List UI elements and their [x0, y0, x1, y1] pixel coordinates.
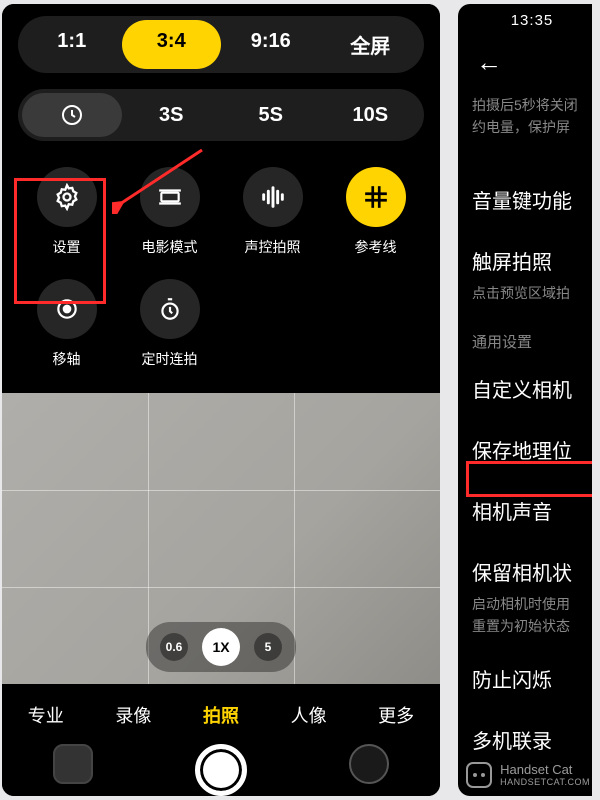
aspect-9-16[interactable]: 9:16	[221, 20, 321, 69]
zoom-1x[interactable]: 1X	[202, 628, 240, 666]
setting-sub: 点击预览区域拍	[472, 283, 592, 303]
option-tiltshift[interactable]: 移轴	[24, 279, 109, 369]
gridline	[2, 490, 440, 491]
gridline	[2, 587, 440, 588]
setting-volume-key[interactable]: 音量键功能	[472, 185, 592, 214]
option-label: 移轴	[53, 349, 81, 369]
setting-sub: 重置为初始状态	[472, 616, 592, 636]
option-voice[interactable]: 声控拍照	[230, 167, 315, 257]
option-label: 定时连拍	[142, 349, 198, 369]
sound-icon	[259, 183, 287, 211]
setting-custom-camera[interactable]: 自定义相机	[472, 374, 592, 403]
zoom-0-6[interactable]: 0.6	[160, 633, 188, 661]
mode-photo[interactable]: 拍照	[203, 702, 239, 728]
mode-selector[interactable]: 专业 录像 拍照 人像 更多	[2, 684, 440, 738]
switch-camera-button[interactable]	[349, 744, 389, 784]
options-grid: 设置 电影模式 声控拍照 参考线	[18, 167, 424, 369]
timer-burst-icon	[157, 296, 183, 322]
zoom-selector[interactable]: 0.6 1X 5	[146, 622, 296, 672]
setting-description: 拍摄后5秒将关闭 约电量，保护屏	[472, 94, 592, 139]
cinema-icon	[157, 184, 183, 210]
setting-sub: 启动相机时使用	[472, 594, 592, 614]
gear-icon	[53, 183, 81, 211]
camera-options-panel: 1:1 3:4 9:16 全屏 3S 5S 10S 设置	[2, 4, 440, 393]
shutter-button[interactable]	[195, 744, 247, 796]
timer-3s[interactable]: 3S	[122, 93, 222, 137]
option-label: 声控拍照	[245, 237, 301, 257]
setting-anti-flicker[interactable]: 防止闪烁	[472, 664, 592, 693]
setting-camera-sound[interactable]: 相机声音	[472, 496, 592, 525]
setting-touch-shoot[interactable]: 触屏拍照	[472, 246, 592, 275]
timer-off[interactable]	[22, 93, 122, 137]
option-timed-burst[interactable]: 定时连拍	[127, 279, 212, 369]
shutter-bar	[2, 738, 440, 796]
option-gridlines[interactable]: 参考线	[333, 167, 418, 257]
back-button[interactable]: ←	[472, 47, 592, 78]
aspect-1-1[interactable]: 1:1	[22, 20, 122, 69]
grid-icon	[363, 184, 389, 210]
option-label: 设置	[53, 237, 81, 257]
camera-viewfinder[interactable]: 0.6 1X 5	[2, 393, 440, 684]
status-bar-time: 13:35	[497, 12, 567, 29]
option-label: 参考线	[355, 237, 397, 257]
setting-multi-cam[interactable]: 多机联录	[472, 725, 592, 754]
option-cinema[interactable]: 电影模式	[127, 167, 212, 257]
mode-video[interactable]: 录像	[115, 702, 151, 728]
camera-settings-screenshot: 13:35 ← 拍摄后5秒将关闭 约电量，保护屏 音量键功能 触屏拍照 点击预览…	[458, 4, 592, 796]
timer-10s[interactable]: 10S	[321, 93, 421, 137]
clock-icon	[60, 103, 84, 127]
mode-portrait[interactable]: 人像	[291, 702, 327, 728]
option-label: 电影模式	[142, 237, 198, 257]
option-settings[interactable]: 设置	[24, 167, 109, 257]
setting-save-location[interactable]: 保存地理位	[472, 435, 592, 464]
aspect-fullscreen[interactable]: 全屏	[321, 20, 421, 69]
timer-selector[interactable]: 3S 5S 10S	[18, 89, 424, 141]
aspect-3-4[interactable]: 3:4	[122, 20, 222, 69]
timer-5s[interactable]: 5S	[221, 93, 321, 137]
aspect-ratio-selector[interactable]: 1:1 3:4 9:16 全屏	[18, 16, 424, 73]
setting-keep-state[interactable]: 保留相机状	[472, 557, 592, 586]
mode-more[interactable]: 更多	[378, 702, 414, 728]
zoom-5[interactable]: 5	[254, 633, 282, 661]
camera-app-screenshot: 1:1 3:4 9:16 全屏 3S 5S 10S 设置	[2, 4, 440, 796]
tilt-icon	[54, 296, 80, 322]
gallery-thumbnail[interactable]	[53, 744, 93, 784]
mode-pro[interactable]: 专业	[28, 702, 64, 728]
section-general: 通用设置	[472, 331, 592, 352]
